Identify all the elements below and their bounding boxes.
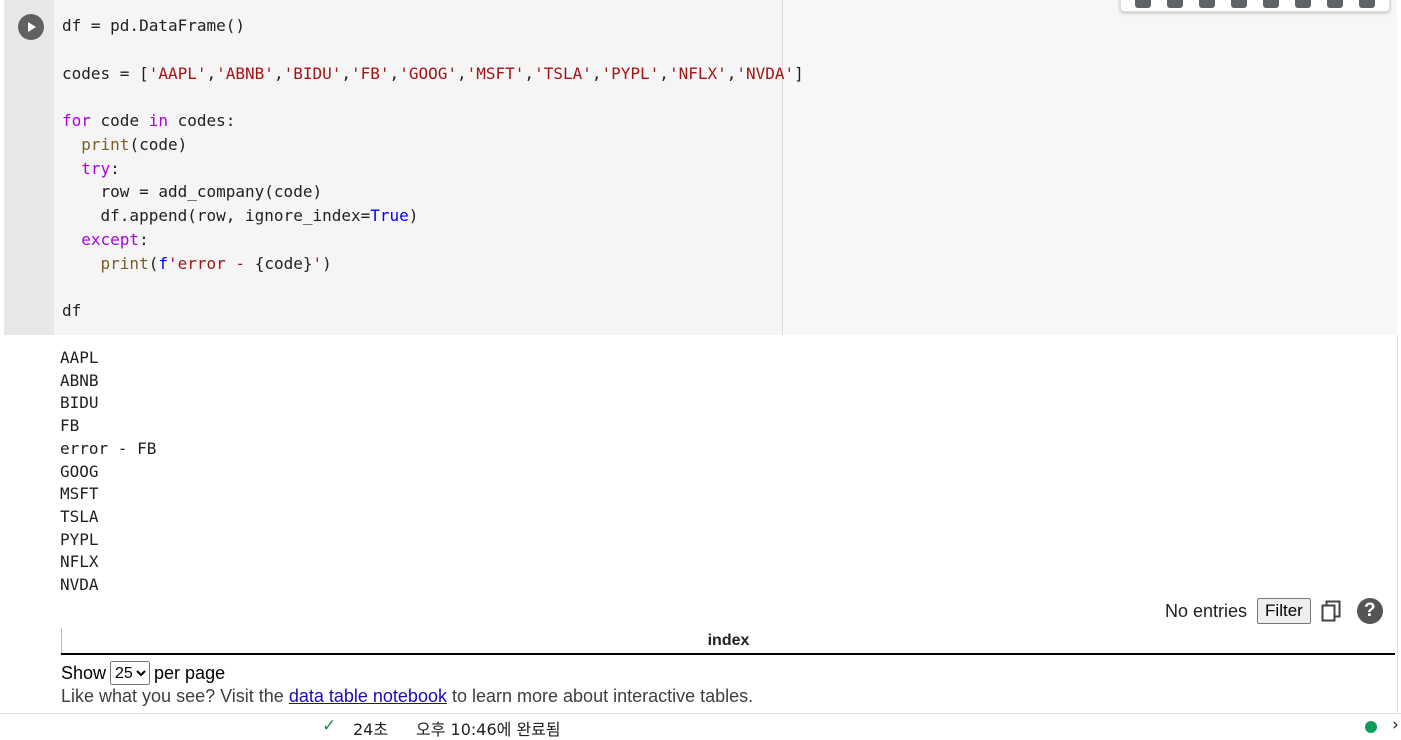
output-line: AAPL — [60, 348, 99, 367]
column-header-index[interactable]: index — [61, 628, 1395, 655]
filter-button[interactable]: Filter — [1257, 598, 1311, 624]
code-text[interactable]: df = pd.DataFrame() codes = ['AAPL','ABN… — [62, 14, 804, 323]
status-bar: ✓ 24초 오후 10:46에 완료됨 › — [0, 713, 1401, 739]
check-icon: ✓ — [322, 716, 337, 736]
runtime-status-icon[interactable] — [1365, 721, 1377, 733]
stdout-text: AAPL ABNB BIDU FB error - FB GOOG MSFT T… — [60, 347, 156, 597]
output-line: PYPL — [60, 529, 99, 549]
arrow-down-icon[interactable] — [1167, 0, 1183, 8]
arrow-up-icon[interactable] — [1135, 0, 1151, 8]
code-line-for: for code in codes: — [62, 111, 236, 130]
code-line: row = add_company(code) — [62, 182, 323, 202]
cell-toolbar — [1120, 0, 1390, 12]
output-line: TSLA — [60, 506, 99, 526]
output-line: error - FB — [60, 438, 157, 458]
more-icon[interactable] — [1359, 0, 1375, 8]
elapsed-time: 24초 — [353, 720, 389, 739]
code-line-try: try: — [81, 158, 120, 178]
datatable-note: Like what you see? Visit the data table … — [61, 686, 753, 707]
datatable-header-bar: No entries Filter ? — [1165, 598, 1383, 624]
output-line: NVDA — [60, 575, 99, 595]
completion-time: 오후 10:46에 완료됨 — [416, 720, 561, 739]
play-icon — [28, 22, 36, 32]
output-line: ABNB — [60, 370, 99, 390]
output-line: BIDU — [60, 393, 99, 413]
copy-icon[interactable] — [1321, 600, 1341, 622]
chevron-right-icon[interactable]: › — [1392, 715, 1399, 735]
code-line-print-error: print(f'error - {code}') — [100, 253, 332, 273]
code-editor[interactable]: df = pd.DataFrame() codes = ['AAPL','ABN… — [54, 0, 804, 335]
help-icon[interactable]: ? — [1356, 598, 1383, 624]
per-page-select[interactable]: 25 — [110, 661, 151, 685]
output-line: FB — [60, 416, 80, 436]
pagination-control: Show 25 per page — [61, 661, 225, 685]
no-entries-text: No entries — [1165, 600, 1248, 621]
code-line-codes: codes = ['AAPL','ABNB','BIDU','FB','GOOG… — [62, 63, 804, 83]
output-line: GOOG — [60, 461, 99, 481]
run-cell-button[interactable] — [18, 14, 44, 40]
cell-gutter — [4, 0, 54, 335]
note-prefix: Like what you see? Visit the — [61, 686, 284, 706]
code-line: df = pd.DataFrame() — [62, 16, 246, 35]
link-icon[interactable] — [1199, 0, 1215, 8]
show-label: Show — [61, 662, 107, 683]
gear-icon[interactable] — [1263, 0, 1279, 8]
cell-output: AAPL ABNB BIDU FB error - FB GOOG MSFT T… — [4, 335, 1398, 713]
code-line: df — [62, 301, 82, 320]
note-suffix: to learn more about interactive tables. — [451, 686, 754, 706]
data-table: index — [61, 628, 1395, 655]
comment-icon[interactable] — [1231, 0, 1247, 8]
data-table-notebook-link[interactable]: data table notebook — [289, 686, 447, 706]
code-line-print: print(code) — [81, 134, 188, 154]
code-line-except: except: — [81, 229, 149, 249]
output-line: MSFT — [60, 484, 99, 504]
code-cell[interactable]: df = pd.DataFrame() codes = ['AAPL','ABN… — [4, 0, 1397, 335]
code-line-append: df.append(row, ignore_index=True) — [62, 206, 419, 225]
per-page-label: per page — [154, 662, 226, 683]
output-line: NFLX — [60, 552, 99, 572]
mirror-cell-icon[interactable] — [1295, 0, 1311, 8]
delete-icon[interactable] — [1327, 0, 1343, 8]
